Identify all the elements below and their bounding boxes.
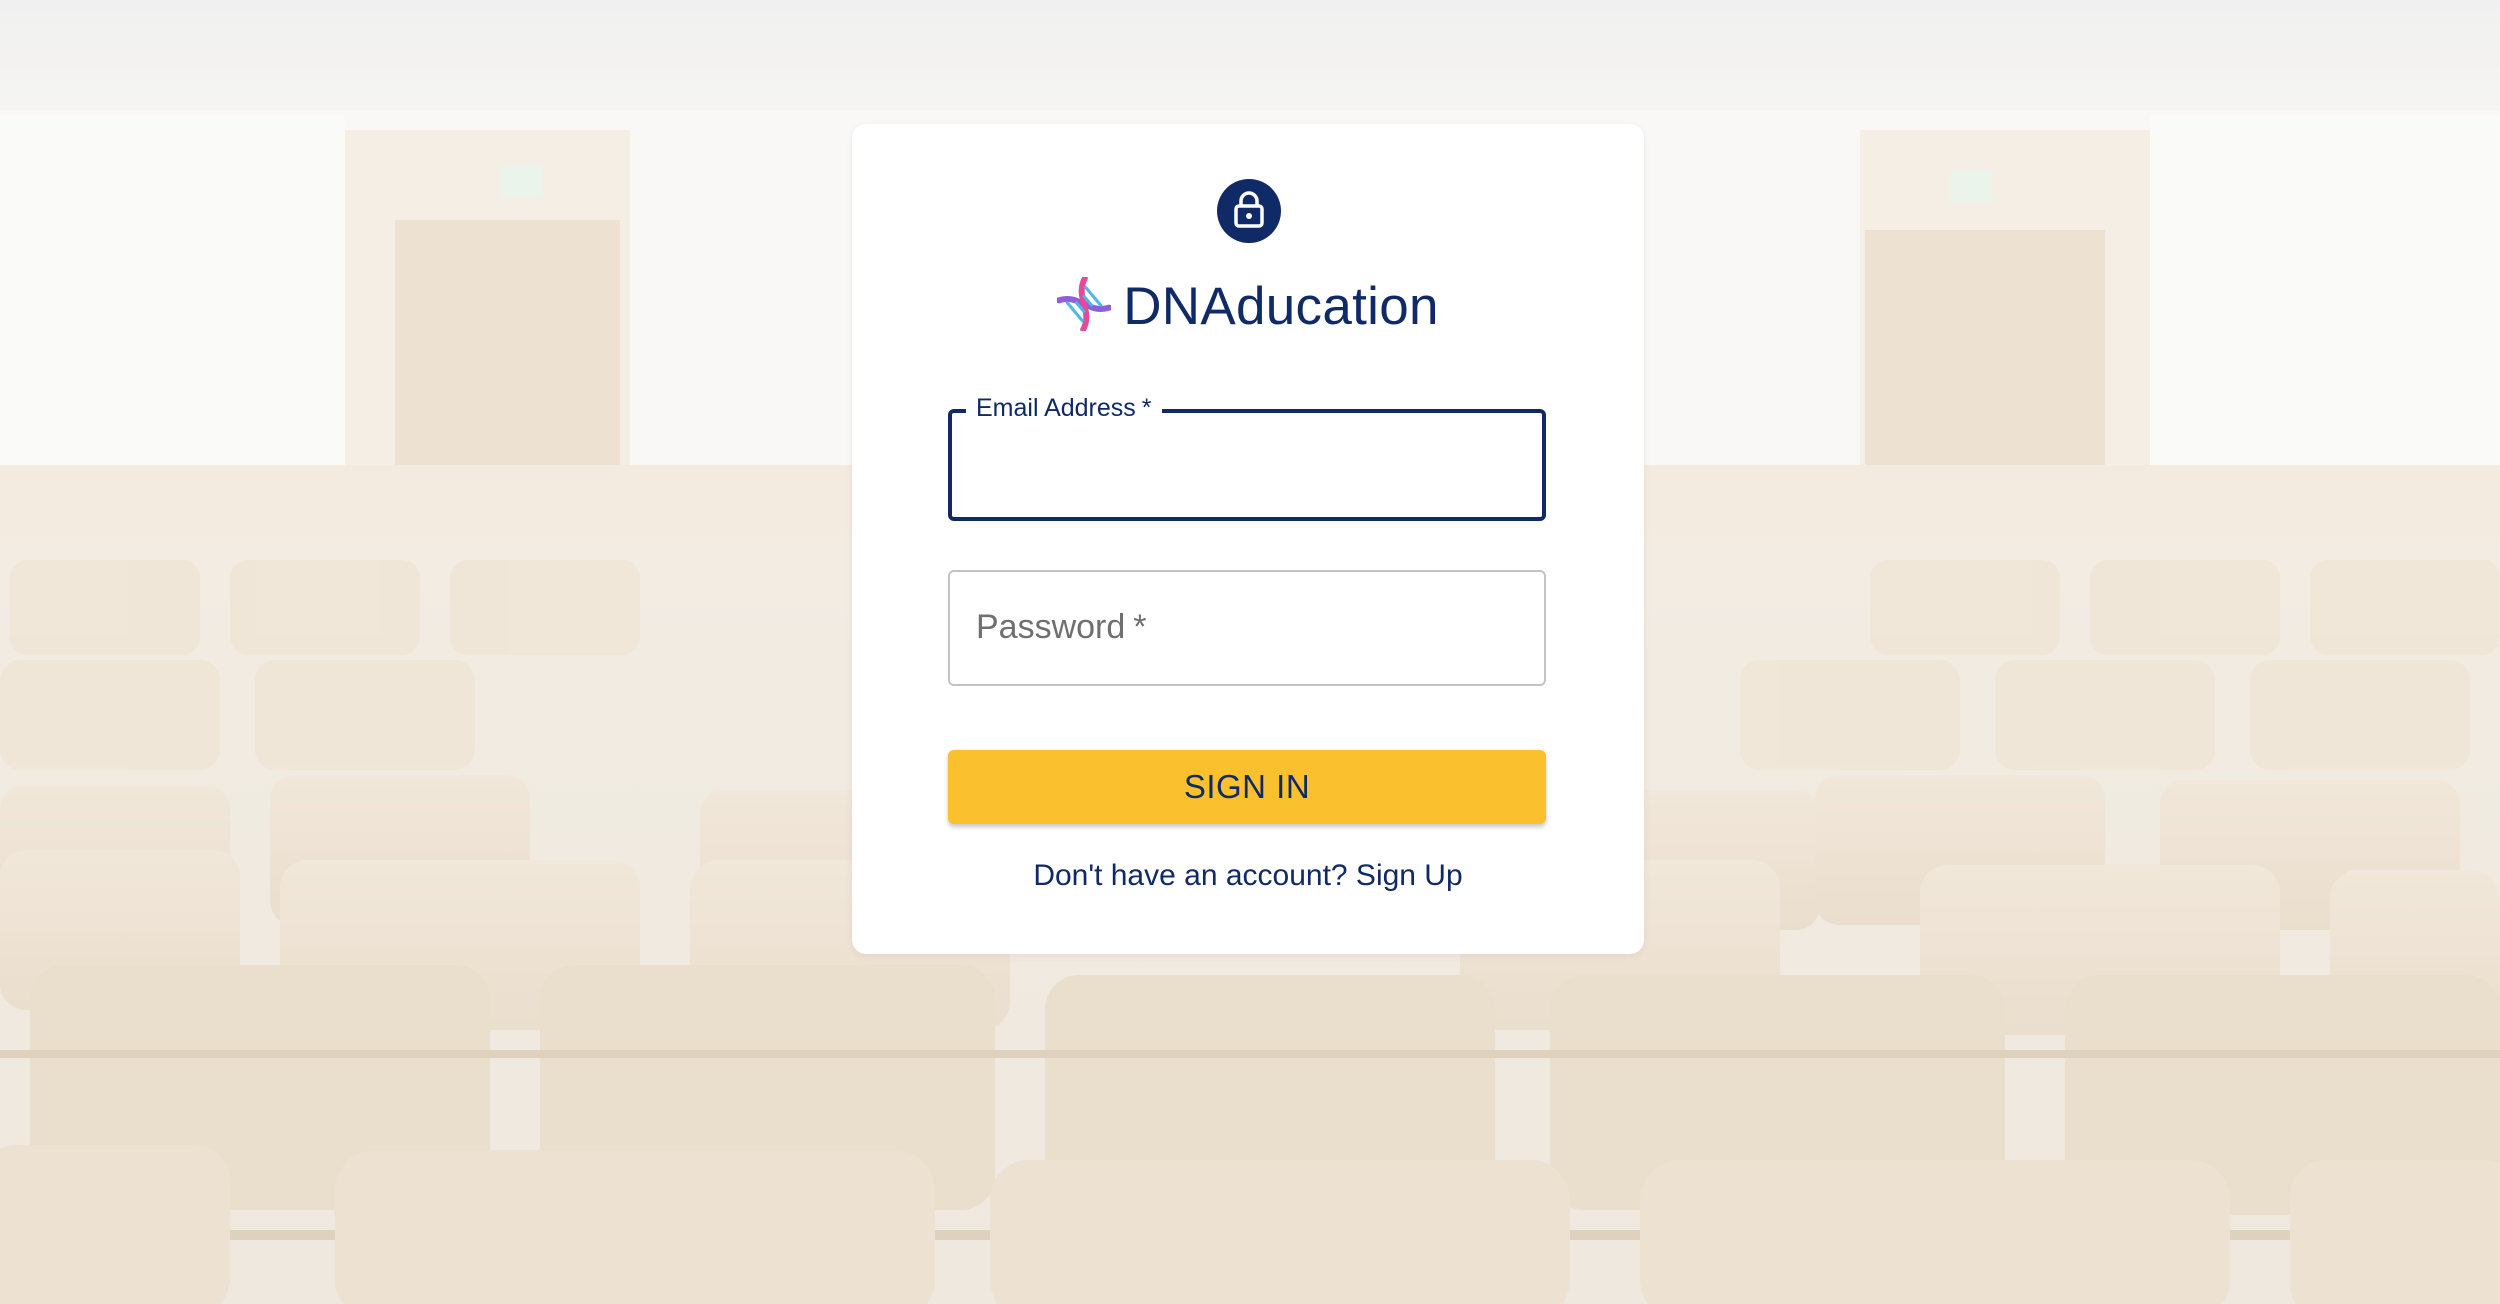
password-input[interactable]	[950, 572, 1544, 684]
sign-up-link[interactable]: Don't have an account? Sign Up	[1033, 859, 1462, 892]
sign-in-card: DNAducation Email Address * Password * SIG…	[852, 124, 1644, 954]
sign-up-row: Don't have an account? Sign Up	[852, 859, 1644, 893]
lock-icon	[1232, 190, 1266, 233]
password-field[interactable]: Password *	[948, 570, 1546, 686]
dna-icon	[1055, 275, 1113, 336]
email-field[interactable]: Email Address *	[948, 394, 1546, 521]
brand-header: DNAducation	[852, 266, 1644, 346]
brand-name: DNAducation	[1123, 276, 1439, 336]
email-input[interactable]	[952, 413, 1542, 517]
lock-avatar	[1217, 179, 1281, 243]
sign-in-button[interactable]: SIGN IN	[948, 750, 1546, 824]
